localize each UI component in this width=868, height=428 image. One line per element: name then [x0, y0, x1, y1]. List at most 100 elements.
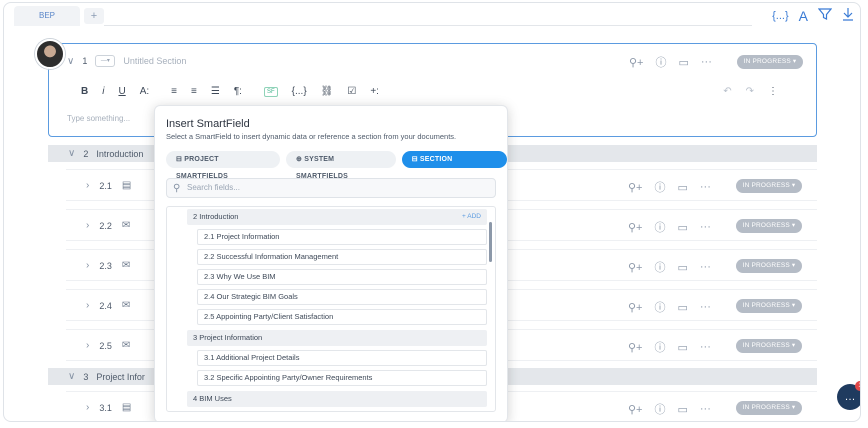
checkbox-icon[interactable]: ☑	[347, 86, 356, 97]
status-badge[interactable]: IN PROGRESS ▾	[736, 219, 802, 233]
more-icon[interactable]: ···	[700, 181, 711, 193]
chevron-right-icon[interactable]: ›	[86, 300, 89, 311]
info-icon[interactable]: ⓘ	[654, 339, 665, 355]
tab-bar: BEP + {...} A	[4, 3, 860, 29]
status-badge[interactable]: IN PROGRESS ▾	[737, 55, 803, 69]
redo-icon[interactable]: ↷	[746, 86, 754, 97]
tab-project-smartfields[interactable]: ⊟ PROJECT SMARTFIELDS	[166, 151, 281, 180]
undo-icon[interactable]: ↶	[723, 86, 731, 97]
assign-user-icon[interactable]: ⚲+	[628, 221, 642, 234]
comment-icon[interactable]: ▭	[677, 261, 687, 274]
list-item[interactable]: 2.2 Successful Information Management	[197, 249, 487, 265]
list-item[interactable]: 2.3 Why We Use BIM	[197, 269, 487, 285]
chevron-right-icon[interactable]: ›	[86, 260, 89, 271]
chevron-down-icon[interactable]: ∨	[68, 371, 75, 382]
status-badge[interactable]: IN PROGRESS ▾	[736, 179, 802, 193]
chevron-right-icon[interactable]: ›	[86, 402, 89, 413]
list-item[interactable]: 2.5 Appointing Party/Client Satisfaction	[197, 309, 487, 325]
more-icon[interactable]: ···	[700, 221, 711, 233]
search-input[interactable]: ⚲ Search fields...	[166, 178, 496, 198]
chevron-down-icon[interactable]: ∨	[67, 56, 74, 67]
chevron-right-icon[interactable]: ›	[86, 180, 89, 191]
status-badge[interactable]: IN PROGRESS ▾	[736, 299, 802, 313]
underline-button[interactable]: U	[118, 86, 125, 97]
add-button[interactable]: + ADD	[462, 209, 481, 225]
tab-section-reference[interactable]: ⊟ SECTION REFERENCE	[401, 151, 507, 180]
assign-user-icon[interactable]: ⚲+	[628, 261, 642, 274]
info-icon[interactable]: ⓘ	[654, 179, 665, 195]
more-icon[interactable]: ···	[700, 341, 711, 353]
chevron-right-icon[interactable]: ›	[86, 220, 89, 231]
list-item[interactable]: 2.4 Our Strategic BIM Goals	[197, 289, 487, 305]
more-icon[interactable]: ···	[700, 261, 711, 273]
status-badge[interactable]: IN PROGRESS ▾	[736, 339, 802, 353]
assign-user-icon[interactable]: ⚲+	[628, 341, 642, 354]
row-actions: ⚲+ ⓘ ▭ ···	[628, 339, 711, 355]
list-group[interactable]: 4 BIM Uses	[187, 391, 487, 407]
comment-icon[interactable]: ▭	[677, 341, 687, 354]
comment-icon[interactable]: ▭	[677, 181, 687, 194]
chevron-down-icon[interactable]: ∨	[68, 148, 75, 159]
more-icon[interactable]: ···	[701, 56, 712, 68]
info-icon[interactable]: ⓘ	[655, 54, 666, 70]
insert-button[interactable]: +:	[370, 86, 379, 97]
status-badge[interactable]: IN PROGRESS ▾	[736, 259, 802, 273]
section-type-select[interactable]: —▾	[95, 55, 116, 67]
assign-user-icon[interactable]: ⚲+	[628, 403, 642, 416]
assign-user-icon[interactable]: ⚲+	[629, 56, 643, 69]
info-icon[interactable]: ⓘ	[654, 401, 665, 417]
more-icon[interactable]: ···	[700, 403, 711, 415]
smartfield-bind-icon[interactable]: {...}	[772, 7, 789, 25]
help-chat-button[interactable]: … 1	[837, 381, 860, 410]
comment-icon[interactable]: ▭	[677, 403, 687, 416]
info-icon[interactable]: ⓘ	[654, 219, 665, 235]
section-title-input[interactable]: Untitled Section	[123, 56, 186, 66]
list-item[interactable]: 3.1 Additional Project Details	[197, 350, 487, 366]
comment-icon[interactable]: ▭	[677, 221, 687, 234]
row-actions: ⚲+ ⓘ ▭ ···	[628, 219, 711, 235]
insert-smartfield-popup: Insert SmartField Select a SmartField to…	[154, 105, 508, 421]
chevron-right-icon[interactable]: ›	[86, 340, 89, 351]
paragraph-button[interactable]: ¶:	[234, 86, 242, 97]
more-vertical-icon[interactable]: ⋮	[768, 86, 778, 97]
italic-button[interactable]: i	[102, 86, 104, 97]
info-icon[interactable]: ⓘ	[654, 259, 665, 275]
list-item[interactable]: 3.2 Specific Appointing Party/Owner Requ…	[197, 370, 487, 386]
section-number: 2	[83, 148, 89, 159]
comment-icon[interactable]: ▭	[678, 56, 688, 69]
align-left-button[interactable]: ≡	[171, 86, 177, 97]
popup-subtitle: Select a SmartField to insert dynamic da…	[166, 132, 457, 141]
status-badge[interactable]: IN PROGRESS ▾	[736, 401, 802, 415]
add-tab-button[interactable]: +	[84, 8, 104, 24]
bold-button[interactable]: B	[81, 86, 88, 97]
row-actions: ⚲+ ⓘ ▭ ···	[628, 401, 711, 417]
assign-user-icon[interactable]: ⚲+	[628, 181, 642, 194]
smartfield-icon[interactable]: SF	[263, 86, 278, 97]
tab-system-smartfields[interactable]: ⊕ SYSTEM SMARTFIELDS	[286, 151, 396, 180]
list-button[interactable]: ☰	[211, 86, 220, 97]
comment-icon[interactable]: ▭	[677, 301, 687, 314]
editor-placeholder[interactable]: Type something...	[67, 114, 130, 123]
section-number: 3	[83, 371, 89, 382]
info-icon[interactable]: ⓘ	[654, 299, 665, 315]
list-group[interactable]: 3 Project Information	[187, 330, 487, 346]
chat-icon: …	[844, 391, 856, 403]
more-icon[interactable]: ···	[700, 301, 711, 313]
list-item-label: 2 Introduction	[193, 212, 239, 221]
bind-button[interactable]: {...}	[292, 86, 307, 97]
font-icon[interactable]: A	[799, 7, 808, 25]
subsection-number: 2.1	[99, 180, 112, 191]
row-actions: ⚲+ ⓘ ▭ ···	[628, 259, 711, 275]
tab-bep[interactable]: BEP	[14, 6, 80, 26]
assign-user-icon[interactable]: ⚲+	[628, 301, 642, 314]
link-icon[interactable]: ⛓	[321, 86, 334, 97]
align-center-button[interactable]: ≡	[191, 86, 197, 97]
avatar	[35, 39, 65, 69]
download-icon[interactable]	[842, 7, 854, 25]
list-item[interactable]: 2.1 Project Information	[197, 229, 487, 245]
list-group[interactable]: 2 Introduction + ADD	[187, 209, 487, 225]
scrollbar[interactable]	[489, 222, 492, 262]
search-icon: ⚲	[173, 183, 181, 194]
filter-icon[interactable]	[817, 7, 833, 25]
font-size-button[interactable]: A:	[140, 86, 149, 97]
